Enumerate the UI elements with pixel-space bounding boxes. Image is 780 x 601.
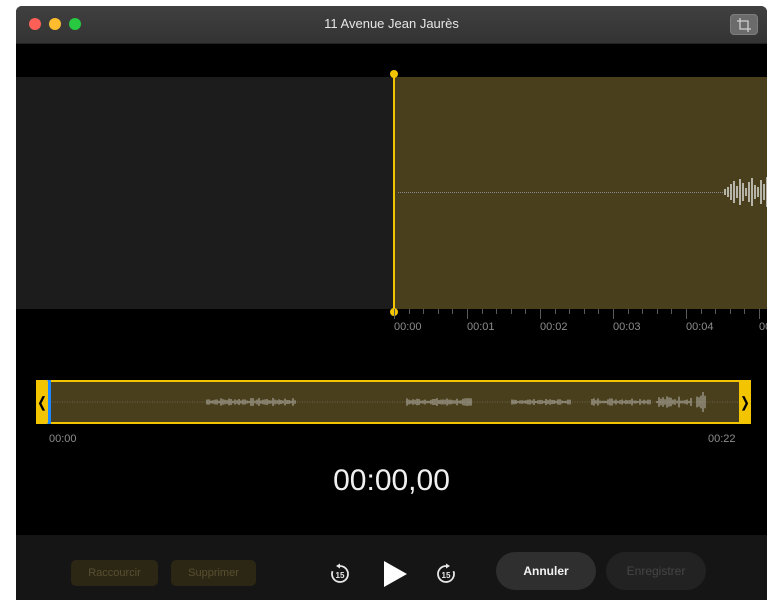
ruler-tick	[671, 309, 673, 314]
waveform-selected-region[interactable]	[394, 77, 767, 309]
ruler-tick	[686, 309, 687, 319]
ruler-tick	[408, 309, 410, 314]
ruler-tick	[729, 309, 731, 314]
waveform-baseline	[398, 192, 723, 193]
trim-toggle-button[interactable]	[730, 14, 758, 35]
ruler-tick	[598, 309, 600, 314]
ruler-tick	[656, 309, 658, 314]
ruler-label: 00:01	[467, 321, 495, 333]
trim-handle-right[interactable]: ❭	[739, 380, 751, 424]
crop-icon	[737, 18, 751, 32]
overview-end-time: 00:22	[708, 433, 736, 445]
delete-button[interactable]: Supprimer	[171, 560, 256, 586]
skip-back-label: 15	[336, 571, 345, 580]
ruler-tick	[583, 309, 585, 314]
time-ruler: 00:00 00:01 00:02 00:03 00:04 00	[394, 309, 767, 339]
ruler-label: 00	[759, 321, 767, 333]
overview-start-time: 00:00	[49, 433, 77, 445]
ruler-tick	[715, 309, 717, 314]
ruler-tick	[613, 309, 614, 319]
ruler-tick	[759, 309, 760, 319]
ruler-tick	[569, 309, 571, 314]
ruler-tick	[642, 309, 644, 314]
elapsed-time: 00:00,00	[333, 464, 450, 497]
title-bar: 11 Avenue Jean Jaurès	[16, 6, 767, 44]
play-icon[interactable]	[381, 559, 409, 589]
trim-handle-left[interactable]: ❬	[36, 380, 48, 424]
ruler-label: 00:02	[540, 321, 568, 333]
ruler-tick	[481, 309, 483, 314]
ruler-tick	[467, 309, 468, 319]
bottom-toolbar: Raccourcir Supprimer 15 15 Annuler Enreg…	[16, 535, 767, 600]
ruler-tick	[496, 309, 498, 314]
ruler-tick	[394, 309, 395, 319]
ruler-tick	[437, 309, 439, 314]
waveform-unselected-region	[16, 77, 394, 309]
ruler-label: 00:04	[686, 321, 714, 333]
ruler-tick	[525, 309, 527, 314]
save-button[interactable]: Enregistrer	[606, 552, 706, 590]
ruler-tick	[423, 309, 425, 314]
skip-forward-label: 15	[442, 571, 451, 580]
ruler-tick	[627, 309, 629, 314]
cancel-button[interactable]: Annuler	[496, 552, 596, 590]
ruler-tick	[744, 309, 746, 314]
waveform-detail	[724, 177, 767, 207]
skip-back-15-icon[interactable]: 15	[329, 563, 351, 585]
overview-waveform	[52, 391, 738, 413]
ruler-tick	[540, 309, 541, 319]
voice-memos-window: 11 Avenue Jean Jaurès 00:00 00:01 00:02 …	[16, 6, 767, 600]
ruler-tick	[452, 309, 454, 314]
ruler-tick	[554, 309, 556, 314]
ruler-tick	[510, 309, 512, 314]
skip-forward-15-icon[interactable]: 15	[435, 563, 457, 585]
playhead[interactable]	[393, 74, 395, 312]
ruler-label: 00:03	[613, 321, 641, 333]
ruler-tick	[700, 309, 702, 314]
playhead-top-knob[interactable]	[390, 70, 398, 78]
ruler-label: 00:00	[394, 321, 422, 333]
trim-button[interactable]: Raccourcir	[71, 560, 158, 586]
window-title: 11 Avenue Jean Jaurès	[324, 16, 459, 31]
